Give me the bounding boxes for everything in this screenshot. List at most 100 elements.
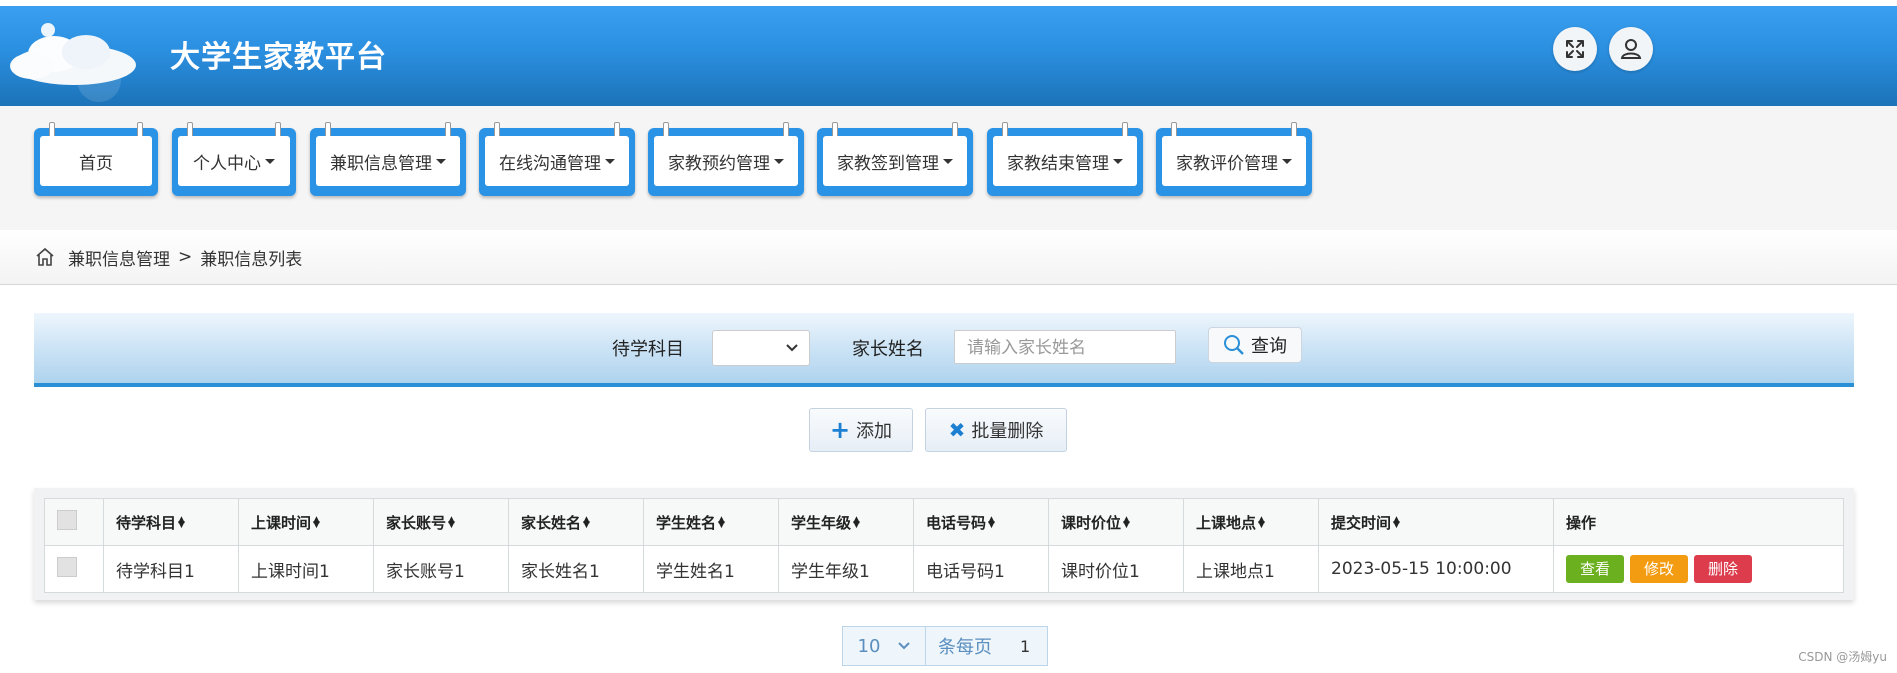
- subject-select[interactable]: [712, 330, 810, 366]
- row-ops-cell: 查看 修改 删除: [1553, 545, 1844, 593]
- chevron-down-icon: [786, 344, 798, 352]
- select-all-checkbox[interactable]: [57, 510, 77, 530]
- caret-down-icon: [605, 158, 615, 164]
- nav-label: 家教评价管理: [1176, 153, 1278, 174]
- column-header[interactable]: 电话号码 ▲ ▼: [913, 498, 1049, 546]
- plus-icon: +: [829, 416, 851, 444]
- data-table-panel: 待学科目 ▲ ▼ 上课时间 ▲ ▼ 家长账号 ▲ ▼ 家长姓名 ▲ ▼ 学生姓名 ▲ ▼ 学生年级 ▲…: [34, 488, 1854, 600]
- table-cell: 家长姓名1: [508, 545, 644, 593]
- row-checkbox[interactable]: [57, 556, 77, 577]
- table-cell: 待学科目1: [103, 545, 239, 593]
- table-cell: 电话号码1: [913, 545, 1049, 593]
- close-icon: ✖: [948, 418, 966, 442]
- nav-label: 首页: [79, 153, 113, 174]
- sort-icon: ▲ ▼: [718, 515, 725, 530]
- parent-name-label: 家长姓名: [852, 339, 924, 360]
- search-button[interactable]: 查询: [1208, 327, 1302, 363]
- nav-label: 个人中心: [193, 153, 261, 174]
- subject-label: 待学科目: [612, 339, 684, 360]
- nav-label: 家教预约管理: [668, 153, 770, 174]
- search-icon: [1224, 335, 1244, 355]
- page-size-select[interactable]: 10: [843, 627, 926, 665]
- row-select-cell: [44, 545, 104, 593]
- ops-header: 操作: [1553, 498, 1844, 546]
- page-size-value: 10: [857, 635, 881, 657]
- batch-delete-button-label: 批量删除: [971, 421, 1044, 442]
- search-button-label: 查询: [1251, 336, 1287, 357]
- column-header[interactable]: 课时价位 ▲ ▼: [1048, 498, 1184, 546]
- sort-icon: ▲ ▼: [1123, 515, 1130, 530]
- add-button-label: 添加: [856, 421, 893, 442]
- sort-icon: ▲ ▼: [178, 515, 185, 530]
- column-header[interactable]: 学生年级 ▲ ▼: [778, 498, 914, 546]
- breadcrumb: 兼职信息管理 > 兼职信息列表: [0, 230, 1897, 285]
- nav-item-review[interactable]: 家教评价管理: [1156, 122, 1312, 196]
- page-number[interactable]: 1: [1020, 637, 1030, 656]
- column-header[interactable]: 上课地点 ▲ ▼: [1183, 498, 1319, 546]
- nav-item-booking[interactable]: 家教预约管理: [648, 122, 804, 196]
- batch-delete-button[interactable]: ✖ 批量删除: [925, 408, 1067, 452]
- nav-item-part-time-info[interactable]: 兼职信息管理: [310, 122, 466, 196]
- watermark: CSDN @汤姆yu: [1798, 650, 1887, 664]
- per-page-label: 条每页: [938, 637, 992, 658]
- nav-label: 家教结束管理: [1007, 153, 1109, 174]
- nav-label: 在线沟通管理: [499, 153, 601, 174]
- sort-icon: ▲ ▼: [853, 515, 860, 530]
- caret-down-icon: [774, 158, 784, 164]
- expand-icon: [1566, 40, 1584, 58]
- main-nav: 首页 个人中心 兼职信息管理 在线沟通管理 家教预约管理 家教签到管理 家教结束…: [0, 106, 1897, 230]
- caret-down-icon: [1282, 158, 1292, 164]
- nav-item-personal-center[interactable]: 个人中心: [172, 122, 296, 196]
- caret-down-icon: [943, 158, 953, 164]
- table-cell: 2023-05-15 10:00:00: [1318, 545, 1554, 593]
- nav-item-home[interactable]: 首页: [34, 122, 158, 196]
- table-cell: 上课地点1: [1183, 545, 1319, 593]
- breadcrumb-separator: >: [178, 247, 193, 267]
- column-header[interactable]: 提交时间 ▲ ▼: [1318, 498, 1554, 546]
- breadcrumb-parent[interactable]: 兼职信息管理: [68, 245, 170, 270]
- table-header-row: 待学科目 ▲ ▼ 上课时间 ▲ ▼ 家长账号 ▲ ▼ 家长姓名 ▲ ▼ 学生姓名 ▲ ▼ 学生年级 ▲…: [44, 498, 1844, 546]
- table-cell: 上课时间1: [238, 545, 374, 593]
- select-all-cell: [44, 498, 104, 546]
- home-icon[interactable]: [34, 246, 56, 268]
- view-button[interactable]: 查看: [1566, 555, 1625, 583]
- sort-icon: ▲ ▼: [1393, 515, 1400, 530]
- column-header[interactable]: 家长账号 ▲ ▼: [373, 498, 509, 546]
- caret-down-icon: [265, 158, 275, 164]
- nav-label: 家教签到管理: [837, 153, 939, 174]
- cloud-logo-icon: [10, 23, 136, 102]
- app-title: 大学生家教平台: [170, 40, 387, 75]
- user-icon: [1620, 39, 1642, 59]
- table-cell: 课时价位1: [1048, 545, 1184, 593]
- parent-name-input[interactable]: 请输入家长姓名: [954, 330, 1176, 364]
- top-header: 大学生家教平台: [0, 6, 1897, 106]
- data-table: 待学科目 ▲ ▼ 上课时间 ▲ ▼ 家长账号 ▲ ▼ 家长姓名 ▲ ▼ 学生姓名 ▲ ▼ 学生年级 ▲…: [44, 498, 1844, 593]
- caret-down-icon: [1113, 158, 1123, 164]
- nav-item-online-chat[interactable]: 在线沟通管理: [479, 122, 635, 196]
- search-bar: 待学科目 家长姓名 请输入家长姓名 查询: [34, 313, 1854, 387]
- column-header[interactable]: 待学科目 ▲ ▼: [103, 498, 239, 546]
- column-header[interactable]: 上课时间 ▲ ▼: [238, 498, 374, 546]
- pagination: 10 条每页 1: [842, 626, 1048, 666]
- delete-button[interactable]: 删除: [1694, 555, 1753, 583]
- sort-icon: ▲ ▼: [448, 515, 455, 530]
- user-button[interactable]: [1609, 27, 1653, 71]
- nav-label: 兼职信息管理: [330, 153, 432, 174]
- table-cell: 学生姓名1: [643, 545, 779, 593]
- table-cell: 家长账号1: [373, 545, 509, 593]
- add-button[interactable]: + 添加: [809, 408, 913, 452]
- fullscreen-button[interactable]: [1553, 27, 1597, 71]
- caret-down-icon: [436, 158, 446, 164]
- sort-icon: ▲ ▼: [1258, 515, 1265, 530]
- table-cell: 学生年级1: [778, 545, 914, 593]
- chevron-down-icon: [898, 642, 911, 650]
- nav-item-check-in[interactable]: 家教签到管理: [817, 122, 973, 196]
- nav-item-finish[interactable]: 家教结束管理: [987, 122, 1143, 196]
- table-row: 待学科目1 上课时间1 家长账号1 家长姓名1 学生姓名1 学生年级1 电话号码…: [44, 545, 1844, 593]
- column-header[interactable]: 学生姓名 ▲ ▼: [643, 498, 779, 546]
- column-header[interactable]: 家长姓名 ▲ ▼: [508, 498, 644, 546]
- edit-button[interactable]: 修改: [1630, 555, 1689, 583]
- breadcrumb-current: 兼职信息列表: [200, 249, 303, 270]
- sort-icon: ▲ ▼: [313, 515, 320, 530]
- sort-icon: ▲ ▼: [583, 515, 590, 530]
